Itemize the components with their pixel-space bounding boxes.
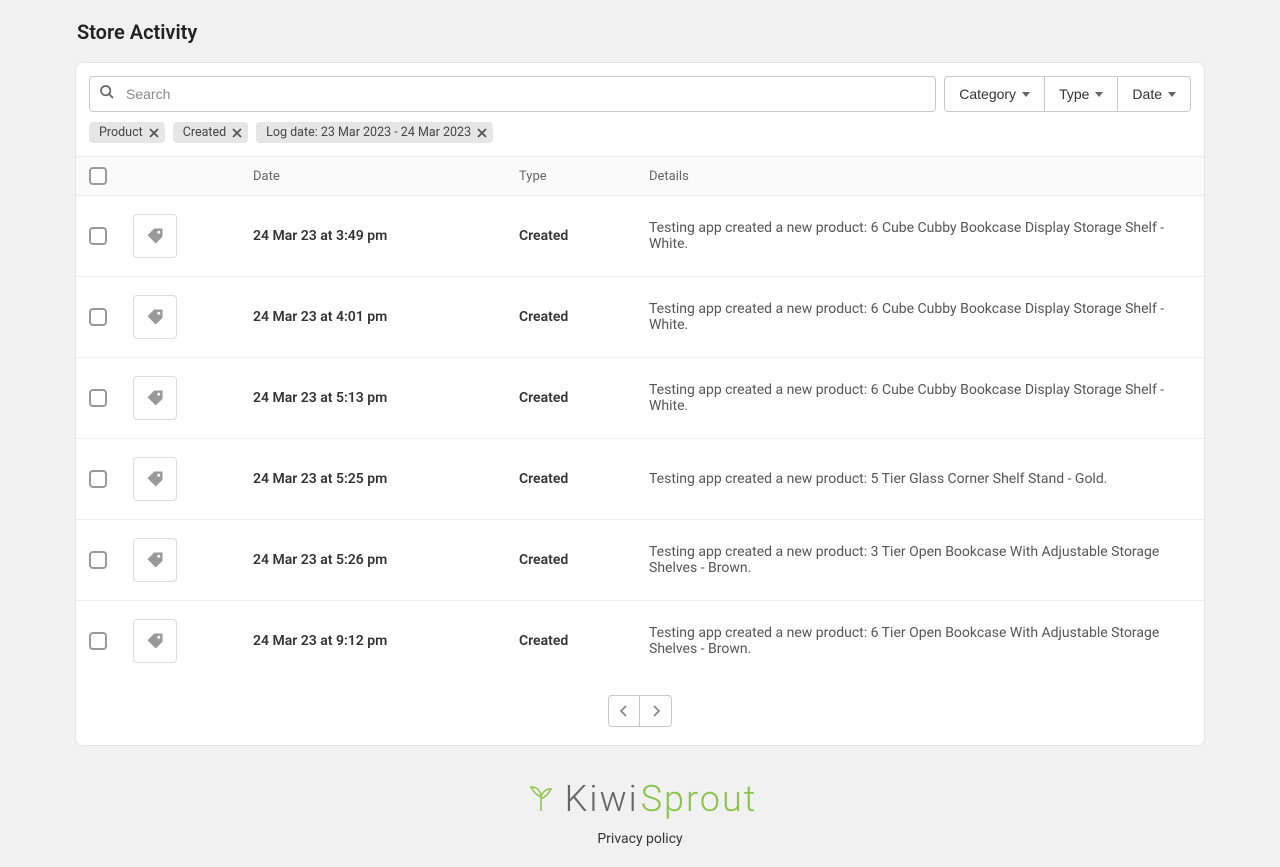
row-item-icon-box: [133, 619, 177, 663]
chevron-right-icon: [652, 705, 660, 717]
row-date: 24 Mar 23 at 3:49 pm: [253, 228, 519, 244]
privacy-policy-link[interactable]: Privacy policy: [75, 831, 1205, 847]
chevron-down-icon: [1022, 92, 1030, 97]
filter-chip-logdate: Log date: 23 Mar 2023 - 24 Mar 2023: [256, 122, 493, 143]
footer: KiwiSprout Privacy policy: [75, 778, 1205, 847]
row-details: Testing app created a new product: 5 Tie…: [649, 471, 1191, 487]
filter-label: Type: [1059, 86, 1089, 102]
row-details: Testing app created a new product: 6 Cub…: [649, 382, 1191, 414]
filter-category-button[interactable]: Category: [944, 76, 1045, 112]
chevron-left-icon: [620, 705, 628, 717]
chevron-down-icon: [1095, 92, 1103, 97]
row-checkbox[interactable]: [89, 632, 107, 650]
tag-icon: [146, 470, 164, 488]
column-date-header: Date: [253, 169, 519, 184]
row-details: Testing app created a new product: 3 Tie…: [649, 544, 1191, 576]
column-type-header: Type: [519, 169, 649, 184]
chip-remove-icon[interactable]: [149, 128, 159, 138]
row-item-icon-box: [133, 538, 177, 582]
row-checkbox[interactable]: [89, 470, 107, 488]
brand-logo: KiwiSprout: [523, 778, 758, 820]
row-checkbox[interactable]: [89, 308, 107, 326]
toolbar: Category Type Date: [76, 63, 1204, 112]
table-body: 24 Mar 23 at 3:49 pm Created Testing app…: [76, 196, 1204, 681]
row-type: Created: [519, 633, 649, 649]
tag-icon: [146, 227, 164, 245]
page-title: Store Activity: [75, 20, 1205, 44]
table-row[interactable]: 24 Mar 23 at 9:12 pm Created Testing app…: [76, 601, 1204, 681]
chip-remove-icon[interactable]: [477, 128, 487, 138]
row-date: 24 Mar 23 at 5:26 pm: [253, 552, 519, 568]
chip-label: Created: [183, 125, 226, 140]
filter-chip-product: Product: [89, 122, 165, 143]
row-details: Testing app created a new product: 6 Cub…: [649, 301, 1191, 333]
row-date: 24 Mar 23 at 4:01 pm: [253, 309, 519, 325]
chip-remove-icon[interactable]: [232, 128, 242, 138]
search-input[interactable]: [89, 76, 936, 112]
row-type: Created: [519, 309, 649, 325]
table-row[interactable]: 24 Mar 23 at 5:25 pm Created Testing app…: [76, 439, 1204, 520]
row-date: 24 Mar 23 at 5:13 pm: [253, 390, 519, 406]
table-row[interactable]: 24 Mar 23 at 5:13 pm Created Testing app…: [76, 358, 1204, 439]
search-wrap: [89, 76, 936, 112]
filter-date-button[interactable]: Date: [1118, 76, 1191, 112]
tag-icon: [146, 632, 164, 650]
select-all-checkbox[interactable]: [89, 167, 107, 185]
row-checkbox[interactable]: [89, 551, 107, 569]
brand-text-kiwi: Kiwi: [565, 778, 639, 820]
filter-label: Date: [1132, 86, 1162, 102]
activity-card: Category Type Date Product: [75, 62, 1205, 746]
row-date: 24 Mar 23 at 9:12 pm: [253, 633, 519, 649]
table-row[interactable]: 24 Mar 23 at 3:49 pm Created Testing app…: [76, 196, 1204, 277]
row-item-icon-box: [133, 295, 177, 339]
chevron-down-icon: [1168, 92, 1176, 97]
filter-type-button[interactable]: Type: [1045, 76, 1118, 112]
chip-label: Product: [99, 125, 143, 140]
row-type: Created: [519, 552, 649, 568]
tag-icon: [146, 308, 164, 326]
table-row[interactable]: 24 Mar 23 at 4:01 pm Created Testing app…: [76, 277, 1204, 358]
filter-chips: Product Created Log date: 23 Mar 2023 - …: [76, 112, 1204, 156]
sprout-icon: [523, 781, 559, 817]
pagination: [76, 681, 1204, 745]
tag-icon: [146, 389, 164, 407]
row-type: Created: [519, 390, 649, 406]
chip-label: Log date: 23 Mar 2023 - 24 Mar 2023: [266, 125, 471, 140]
table-row[interactable]: 24 Mar 23 at 5:26 pm Created Testing app…: [76, 520, 1204, 601]
row-item-icon-box: [133, 457, 177, 501]
filter-chip-created: Created: [173, 122, 248, 143]
prev-page-button[interactable]: [608, 695, 640, 727]
row-date: 24 Mar 23 at 5:25 pm: [253, 471, 519, 487]
brand-text-sprout: Sprout: [641, 778, 758, 820]
filter-button-group: Category Type Date: [944, 76, 1191, 112]
row-item-icon-box: [133, 214, 177, 258]
filter-label: Category: [959, 86, 1016, 102]
row-type: Created: [519, 228, 649, 244]
row-checkbox[interactable]: [89, 227, 107, 245]
column-details-header: Details: [649, 169, 1191, 184]
row-details: Testing app created a new product: 6 Tie…: [649, 625, 1191, 657]
row-type: Created: [519, 471, 649, 487]
next-page-button[interactable]: [640, 695, 672, 727]
row-details: Testing app created a new product: 6 Cub…: [649, 220, 1191, 252]
tag-icon: [146, 551, 164, 569]
row-item-icon-box: [133, 376, 177, 420]
table-header: Date Type Details: [76, 156, 1204, 196]
row-checkbox[interactable]: [89, 389, 107, 407]
